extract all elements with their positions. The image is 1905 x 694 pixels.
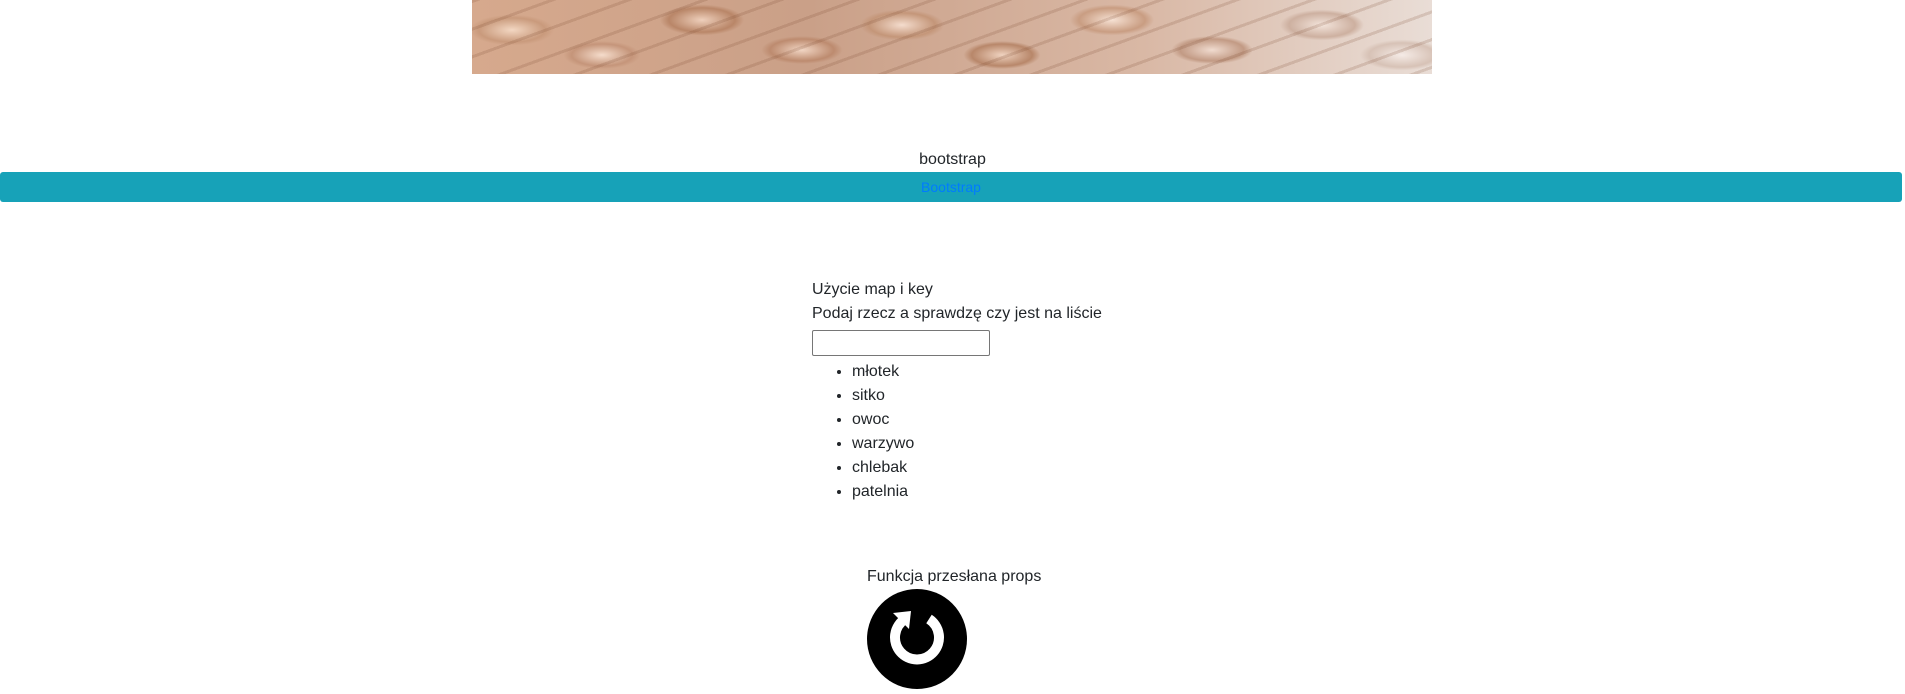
bootstrap-bar: Bootstrap bbox=[0, 172, 1902, 202]
map-section-description: Podaj rzecz a sprawdzę czy jest na liści… bbox=[812, 305, 1102, 322]
reload-icon[interactable] bbox=[867, 589, 967, 689]
list-item: chlebak bbox=[852, 456, 1212, 480]
bootstrap-label: bootstrap bbox=[919, 151, 986, 168]
list-item: owoc bbox=[852, 408, 1212, 432]
props-section-title: Funkcja przesłana props bbox=[867, 568, 1042, 585]
list-item: sitko bbox=[852, 384, 1212, 408]
items-list: młotek sitko owoc warzywo chlebak pateln… bbox=[812, 360, 1212, 504]
list-item: patelnia bbox=[852, 480, 1212, 504]
item-search-input[interactable] bbox=[812, 330, 990, 356]
map-key-section: Użycie map i key Podaj rzecz a sprawdzę … bbox=[812, 278, 1212, 504]
bootstrap-button[interactable]: Bootstrap bbox=[921, 179, 981, 195]
map-section-title: Użycie map i key bbox=[812, 281, 933, 298]
list-item: młotek bbox=[852, 360, 1212, 384]
list-item: warzywo bbox=[852, 432, 1212, 456]
hero-image bbox=[472, 0, 1432, 74]
